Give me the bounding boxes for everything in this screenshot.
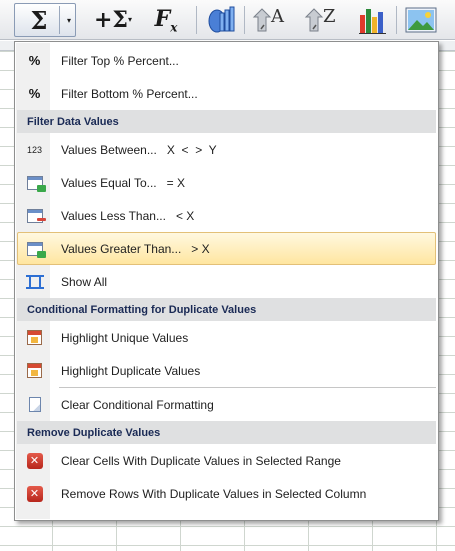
menu-item-values-equal-to[interactable]: Values Equal To... = X bbox=[17, 166, 436, 199]
delete-icon: ✕ bbox=[26, 452, 43, 469]
menu-item-clear-conditional-formatting[interactable]: Clear Conditional Formatting bbox=[17, 388, 436, 421]
menu-item-label: Remove Rows With Duplicate Values in Sel… bbox=[61, 486, 367, 501]
menu-item-label: Clear Conditional Formatting bbox=[61, 397, 214, 412]
menu-item-highlight-unique[interactable]: Highlight Unique Values bbox=[17, 321, 436, 354]
menu-item-highlight-duplicate[interactable]: Highlight Duplicate Values bbox=[17, 354, 436, 387]
menu-item-show-all[interactable]: Show All bbox=[17, 265, 436, 298]
menu-item-label: Values Between... bbox=[61, 142, 157, 157]
chevron-down-icon[interactable]: ▾ bbox=[67, 16, 71, 25]
delete-icon: ✕ bbox=[26, 485, 43, 502]
chart-wizard-icon bbox=[208, 6, 235, 33]
section-header-remove-duplicate-values: Remove Duplicate Values bbox=[17, 421, 436, 444]
section-header-filter-data-values: Filter Data Values bbox=[17, 110, 436, 133]
menu-item-values-between[interactable]: 123 Values Between... X < > Y bbox=[17, 133, 436, 166]
menu-item-filter-bottom-percent[interactable]: % Filter Bottom % Percent... bbox=[17, 77, 436, 110]
menu-item-remove-duplicate-rows[interactable]: ✕ Remove Rows With Duplicate Values in S… bbox=[17, 477, 436, 510]
numbers-icon: 123 bbox=[26, 144, 43, 155]
chevron-down-icon[interactable]: ▾ bbox=[128, 15, 132, 24]
filter-equal-icon bbox=[26, 175, 46, 192]
menu-item-label: Highlight Duplicate Values bbox=[61, 363, 201, 378]
menu-item-filter-top-percent[interactable]: % Filter Top % Percent... bbox=[17, 44, 436, 77]
menu-item-label: Filter Bottom % Percent... bbox=[61, 86, 198, 101]
insert-function-icon: Fx bbox=[154, 5, 178, 35]
toolbar-separator bbox=[396, 6, 397, 34]
menu-item-label: Filter Top % Percent... bbox=[61, 53, 179, 68]
menu-item-hint: = X bbox=[166, 175, 185, 190]
menu-item-hint: < X bbox=[175, 208, 195, 223]
highlight-duplicate-icon bbox=[27, 363, 42, 378]
autosum-icon: Σ bbox=[30, 5, 48, 35]
menu-item-label: Clear Cells With Duplicate Values in Sel… bbox=[61, 453, 341, 468]
filter-less-icon bbox=[26, 208, 46, 223]
toolbar-separator bbox=[196, 6, 197, 34]
sort-descending-button[interactable]: Z bbox=[304, 4, 338, 36]
menu-item-hint: > X bbox=[191, 241, 210, 256]
insert-sum-button[interactable]: +Σ ▾ bbox=[86, 3, 136, 37]
toolbar: Σ ▾ +Σ ▾ Fx A Z bbox=[0, 0, 455, 40]
highlight-unique-icon bbox=[27, 330, 42, 345]
menu-item-values-less-than[interactable]: Values Less Than... < X bbox=[17, 199, 436, 232]
chart-wizard-button[interactable] bbox=[206, 4, 240, 36]
column-chart-button[interactable] bbox=[356, 4, 390, 36]
split-divider bbox=[59, 6, 60, 34]
menu-item-values-greater-than[interactable]: Values Greater Than... > X bbox=[17, 232, 436, 265]
clear-formatting-icon bbox=[28, 397, 41, 412]
percent-icon: % bbox=[28, 86, 41, 101]
menu-item-label: Highlight Unique Values bbox=[61, 330, 189, 345]
column-chart-icon bbox=[359, 9, 386, 34]
show-all-icon bbox=[25, 274, 44, 289]
picture-icon bbox=[405, 7, 437, 33]
menu-item-label: Values Less Than... bbox=[61, 208, 166, 223]
autosum-button[interactable]: Σ ▾ bbox=[14, 3, 76, 37]
menu-item-label: Values Equal To... bbox=[61, 175, 157, 190]
filter-greater-icon bbox=[26, 241, 46, 258]
toolbar-separator bbox=[244, 6, 245, 34]
sort-ascending-button[interactable]: A bbox=[252, 4, 286, 36]
percent-icon: % bbox=[28, 53, 41, 68]
menu-item-hint: X < > Y bbox=[166, 142, 217, 157]
insert-function-button[interactable]: Fx bbox=[148, 3, 184, 37]
filter-dropdown-menu: % Filter Top % Percent... % Filter Botto… bbox=[14, 41, 439, 521]
insert-sum-icon: +Σ bbox=[94, 7, 128, 33]
menu-item-label: Values Greater Than... bbox=[61, 241, 182, 256]
menu-item-label: Show All bbox=[61, 274, 108, 289]
insert-picture-button[interactable] bbox=[404, 4, 438, 36]
section-header-conditional-formatting: Conditional Formatting for Duplicate Val… bbox=[17, 298, 436, 321]
menu-item-clear-duplicate-cells[interactable]: ✕ Clear Cells With Duplicate Values in S… bbox=[17, 444, 436, 477]
